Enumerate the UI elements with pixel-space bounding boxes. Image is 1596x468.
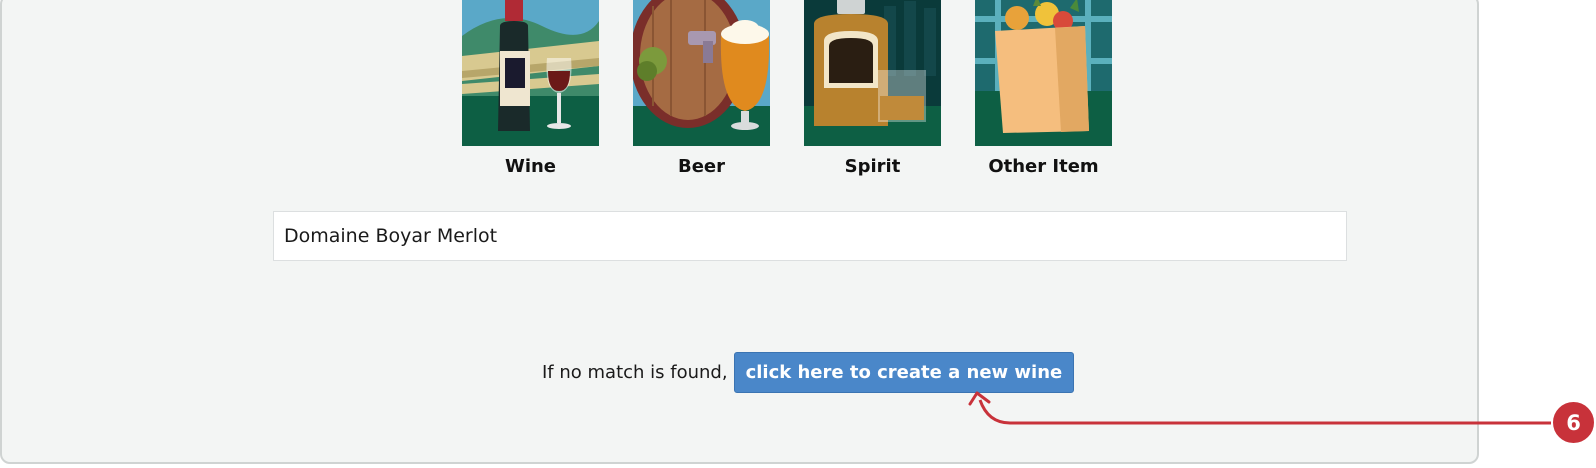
spirit-bottle-glass-icon: [804, 0, 941, 146]
product-search-input[interactable]: [273, 211, 1347, 261]
category-label: Spirit: [844, 156, 901, 177]
wine-bottle-glass-icon: [462, 0, 599, 146]
category-wine[interactable]: Wine: [462, 0, 599, 177]
no-match-row: If no match is found, click here to crea…: [542, 352, 1075, 393]
category-label: Beer: [677, 156, 725, 177]
category-selector: Wine Beer Spirit Other Item: [462, 0, 1112, 177]
category-other-item[interactable]: Other Item: [975, 0, 1112, 177]
category-beer[interactable]: Beer: [633, 0, 770, 177]
category-spirit[interactable]: Spirit: [804, 0, 941, 177]
beer-barrel-glass-icon: [633, 0, 770, 146]
step-number-badge: 6: [1551, 400, 1596, 445]
category-label: Other Item: [988, 156, 1099, 177]
no-match-prompt: If no match is found,: [542, 362, 728, 383]
grocery-bag-icon: [975, 0, 1112, 146]
category-label: Wine: [504, 156, 557, 177]
create-new-wine-button[interactable]: click here to create a new wine: [733, 352, 1075, 393]
screenshot-stage: Wine Beer Spirit Other Item Domaine Boya…: [0, 0, 1596, 468]
item-type-panel: Wine Beer Spirit Other Item Domaine Boya…: [0, 0, 1479, 464]
